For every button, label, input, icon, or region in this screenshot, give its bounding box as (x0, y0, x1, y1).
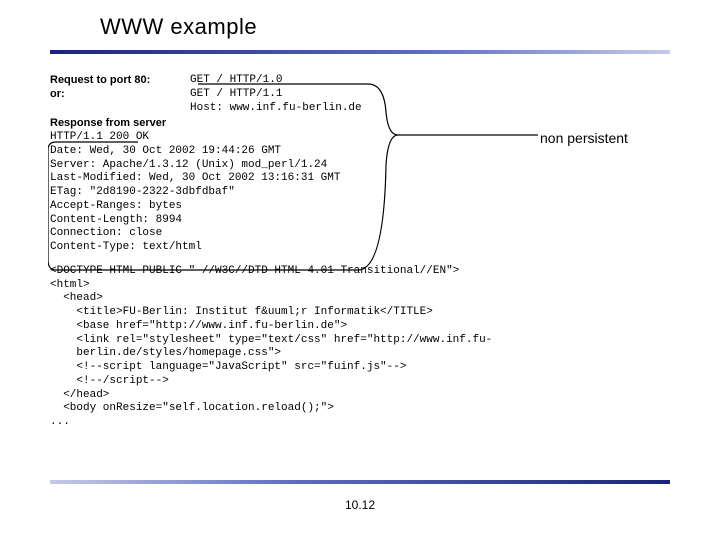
or-label: or: (50, 88, 190, 102)
html-line-0: <DOCTYPE HTML PUBLIC "-//W3C//DTD HTML 4… (50, 265, 670, 279)
request-line-2: or: GET / HTTP/1.1 (50, 88, 670, 102)
html-line-2: <head> (50, 292, 670, 306)
response-header-1: Date: Wed, 30 Oct 2002 19:44:26 GMT (50, 145, 670, 159)
request-line-3: Host: www.inf.fu-berlin.de (50, 102, 670, 116)
page-number: 10.12 (0, 498, 720, 512)
html-line-8: <!--/script--> (50, 375, 670, 389)
request-line-1: Request to port 80: GET / HTTP/1.0 (50, 74, 670, 88)
callout-label: non persistent (540, 130, 628, 146)
request-value-2: Host: www.inf.fu-berlin.de (190, 102, 362, 116)
response-header-5: Accept-Ranges: bytes (50, 200, 670, 214)
request-value-0: GET / HTTP/1.0 (190, 74, 282, 88)
spacer (50, 102, 190, 116)
response-label: Response from server (50, 117, 670, 131)
divider-top (50, 50, 670, 54)
request-value-1: GET / HTTP/1.1 (190, 88, 282, 102)
html-line-11: <body onResize="self.location.reload();"… (50, 402, 670, 416)
request-label: Request to port 80: (50, 74, 190, 88)
html-line-4: <base href="http://www.inf.fu-berlin.de"… (50, 320, 670, 334)
response-header-2: Server: Apache/1.3.12 (Unix) mod_perl/1.… (50, 159, 670, 173)
html-line-7: <!--script language="JavaScript" src="fu… (50, 361, 670, 375)
divider-bottom (50, 480, 670, 484)
response-header-7: Connection: close (50, 227, 670, 241)
gap (50, 255, 670, 265)
html-line-9: </head> (50, 389, 670, 403)
response-header-4: ETag: "2d8190-2322-3dbfdbaf" (50, 186, 670, 200)
response-header-8: Content-Type: text/html (50, 241, 670, 255)
content-area: Request to port 80: GET / HTTP/1.0 or: G… (50, 74, 670, 430)
slide: WWW example Request to port 80: GET / HT… (0, 0, 720, 540)
response-header-6: Content-Length: 8994 (50, 214, 670, 228)
html-line-3: <title>FU-Berlin: Institut f&uuml;r Info… (50, 306, 670, 320)
html-line-5: <link rel="stylesheet" type="text/css" h… (50, 334, 670, 348)
response-header-3: Last-Modified: Wed, 30 Oct 2002 13:16:31… (50, 172, 670, 186)
html-line-6: berlin.de/styles/homepage.css"> (50, 347, 670, 361)
slide-title: WWW example (100, 14, 257, 40)
html-line-1: <html> (50, 279, 670, 293)
html-line-12: ... (50, 416, 670, 430)
